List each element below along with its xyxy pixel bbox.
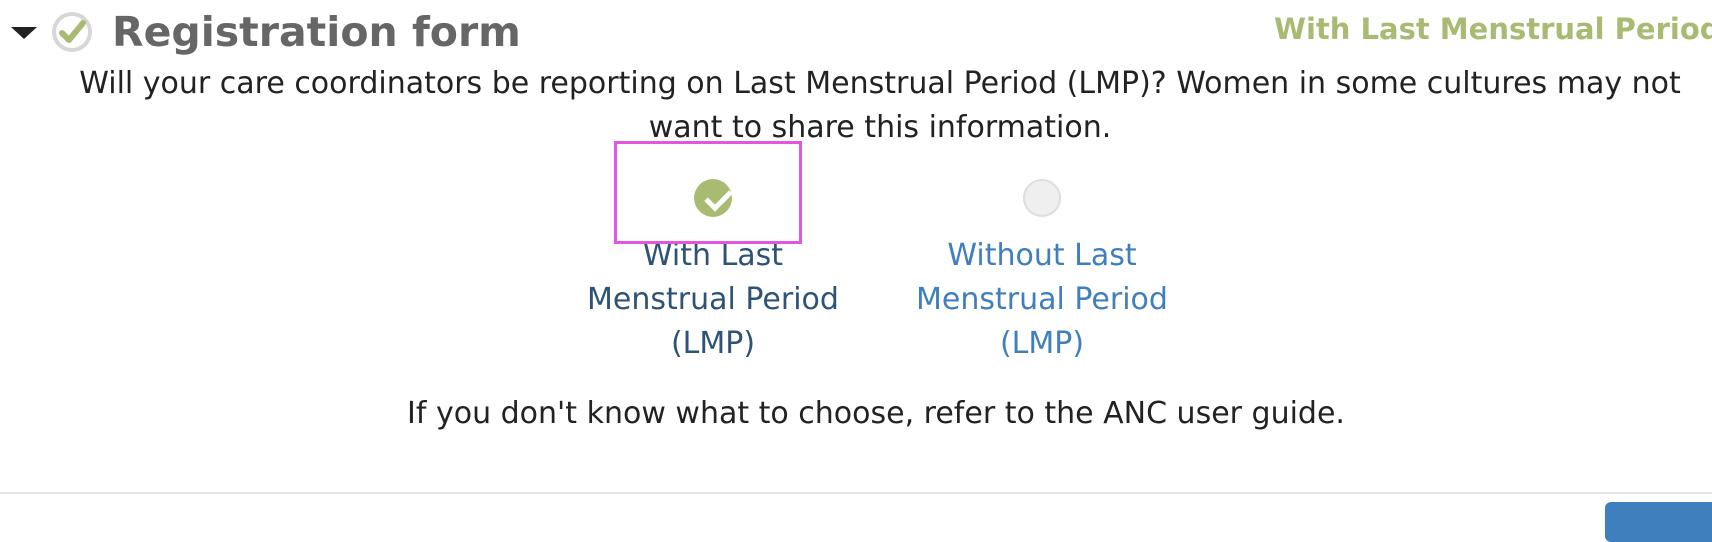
option-label-with-lmp[interactable]: With Last Menstrual Period (LMP) [568,234,858,366]
caret-down-icon[interactable] [11,27,37,39]
next-button[interactable] [1605,502,1712,542]
form-section-header[interactable]: Registration form With Last Menstrual Pe… [0,0,1712,66]
section-title: Registration form [112,8,521,56]
radio-with-lmp[interactable] [694,179,733,217]
selected-summary: With Last Menstrual Period (LMP) [1274,12,1712,46]
help-text: If you don't know what to choose, refer … [407,396,1345,431]
question-text: Will your care coordinators be reporting… [79,66,1681,145]
divider [0,492,1712,494]
option-without-lmp[interactable]: Without Last Menstrual Period (LMP) [897,176,1187,366]
check-circle-icon [52,12,92,52]
option-label-without-lmp[interactable]: Without Last Menstrual Period (LMP) [897,234,1187,366]
checkmark-icon [704,183,733,212]
option-with-lmp[interactable]: With Last Menstrual Period (LMP) [568,176,858,366]
radio-without-lmp[interactable] [1023,179,1061,217]
